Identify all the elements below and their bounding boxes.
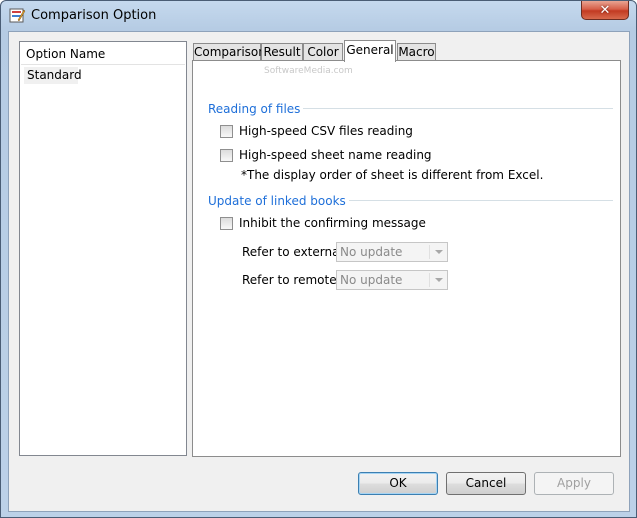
sheet-name-checkbox[interactable] <box>220 149 233 162</box>
update-group-title: Update of linked books <box>208 194 349 208</box>
reading-group-title: Reading of files <box>208 102 304 116</box>
option-name-list[interactable]: Option Name Standard <box>19 41 187 456</box>
refer-remote-label: Refer to remote <box>242 273 337 287</box>
dialog-client-area: Option Name Standard Comparison Result C… <box>8 31 630 512</box>
close-icon: ✕ <box>599 2 611 18</box>
title-bar[interactable]: Comparison Option ✕ <box>1 1 636 31</box>
combo-separator <box>429 273 430 287</box>
list-divider <box>21 64 185 65</box>
inhibit-message-checkbox[interactable] <box>220 217 233 230</box>
refer-remote-select: No update <box>336 270 448 290</box>
tab-comparison[interactable]: Comparison <box>193 43 266 61</box>
app-icon <box>9 8 26 23</box>
inhibit-message-label[interactable]: Inhibit the confirming message <box>239 216 426 230</box>
combo-separator <box>429 245 430 259</box>
list-item-standard[interactable]: Standard <box>24 67 82 84</box>
chevron-down-icon <box>435 278 443 282</box>
apply-button[interactable]: Apply <box>534 472 614 495</box>
comparison-option-window: Comparison Option ✕ Option Name Standard… <box>0 0 637 518</box>
tab-macro[interactable]: Macro <box>397 43 436 61</box>
tab-result[interactable]: Result <box>261 43 303 61</box>
window-title: Comparison Option <box>31 8 157 23</box>
tab-color[interactable]: Color <box>303 43 343 61</box>
cancel-button[interactable]: Cancel <box>446 472 526 495</box>
refer-external-value: No update <box>340 245 403 259</box>
list-header: Option Name <box>26 47 106 61</box>
chevron-down-icon <box>435 250 443 254</box>
sheet-name-label[interactable]: High-speed sheet name reading <box>239 148 432 162</box>
tab-general[interactable]: General <box>344 40 396 62</box>
sheet-order-note: *The display order of sheet is different… <box>241 168 544 182</box>
watermark-text: SoftwareMedia.com <box>264 66 353 76</box>
refer-remote-value: No update <box>340 273 403 287</box>
csv-reading-label[interactable]: High-speed CSV files reading <box>239 124 413 138</box>
refer-external-label: Refer to external <box>242 245 343 259</box>
close-button[interactable]: ✕ <box>581 1 629 20</box>
refer-external-select: No update <box>336 242 448 262</box>
csv-reading-checkbox[interactable] <box>220 125 233 138</box>
ok-button[interactable]: OK <box>358 472 438 495</box>
general-tab-panel: Reading of files High-speed CSV files re… <box>192 60 621 457</box>
